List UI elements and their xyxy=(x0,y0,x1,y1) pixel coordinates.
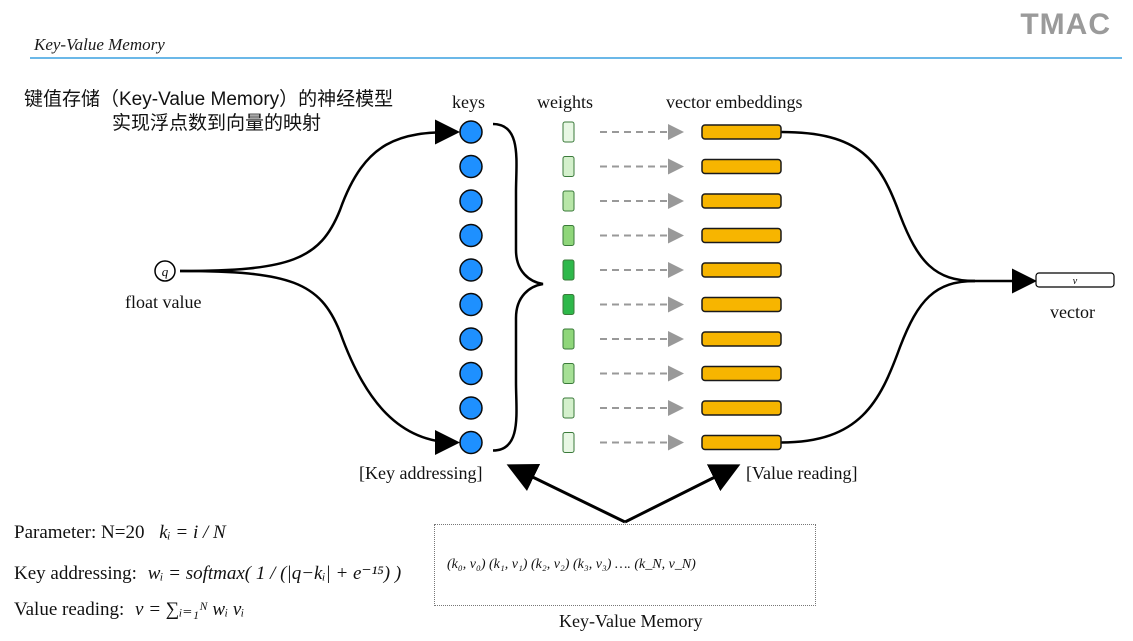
input-symbol: q xyxy=(162,264,169,279)
embedding-bar xyxy=(701,158,782,175)
weight-bar xyxy=(562,259,575,281)
embedding-bar xyxy=(701,434,782,451)
embedding-bar xyxy=(701,400,782,416)
key-node xyxy=(459,292,483,317)
embedding-bar xyxy=(701,365,782,382)
key-node xyxy=(459,223,483,248)
weight-bar xyxy=(562,121,575,143)
key-node xyxy=(459,154,483,179)
key-node xyxy=(459,120,483,144)
weight-bar xyxy=(562,190,575,212)
embedding-bar xyxy=(701,124,782,140)
key-node xyxy=(459,430,483,455)
last-embedding-merge-curve xyxy=(780,279,976,444)
key-node xyxy=(459,258,483,282)
input-to-last-key-arrow xyxy=(179,269,460,455)
weight-bar xyxy=(562,294,575,315)
weight-bar xyxy=(562,432,575,453)
key-node xyxy=(459,361,483,386)
weight-bar xyxy=(562,156,575,177)
keys-brace xyxy=(492,122,544,452)
embedding-bar xyxy=(701,262,782,278)
embedding-bar xyxy=(701,227,782,244)
weight-bar xyxy=(562,225,575,246)
first-embedding-merge-curve xyxy=(780,130,976,283)
key-node xyxy=(459,396,483,420)
weight-bar xyxy=(562,397,575,419)
key-node xyxy=(459,327,483,351)
embedding-bar xyxy=(701,331,782,347)
weight-bar xyxy=(562,328,575,350)
output-symbol: v xyxy=(1073,276,1078,287)
key-node xyxy=(459,189,483,213)
embedding-bar xyxy=(701,296,782,313)
memory-to-value-reading-arrow xyxy=(624,464,741,524)
memory-to-key-addressing-arrow xyxy=(506,464,626,524)
key-value-diagram: qv xyxy=(30,57,1122,524)
weight-bar xyxy=(562,363,575,384)
input-to-first-key-arrow xyxy=(179,119,460,273)
embedding-bar xyxy=(701,193,782,209)
